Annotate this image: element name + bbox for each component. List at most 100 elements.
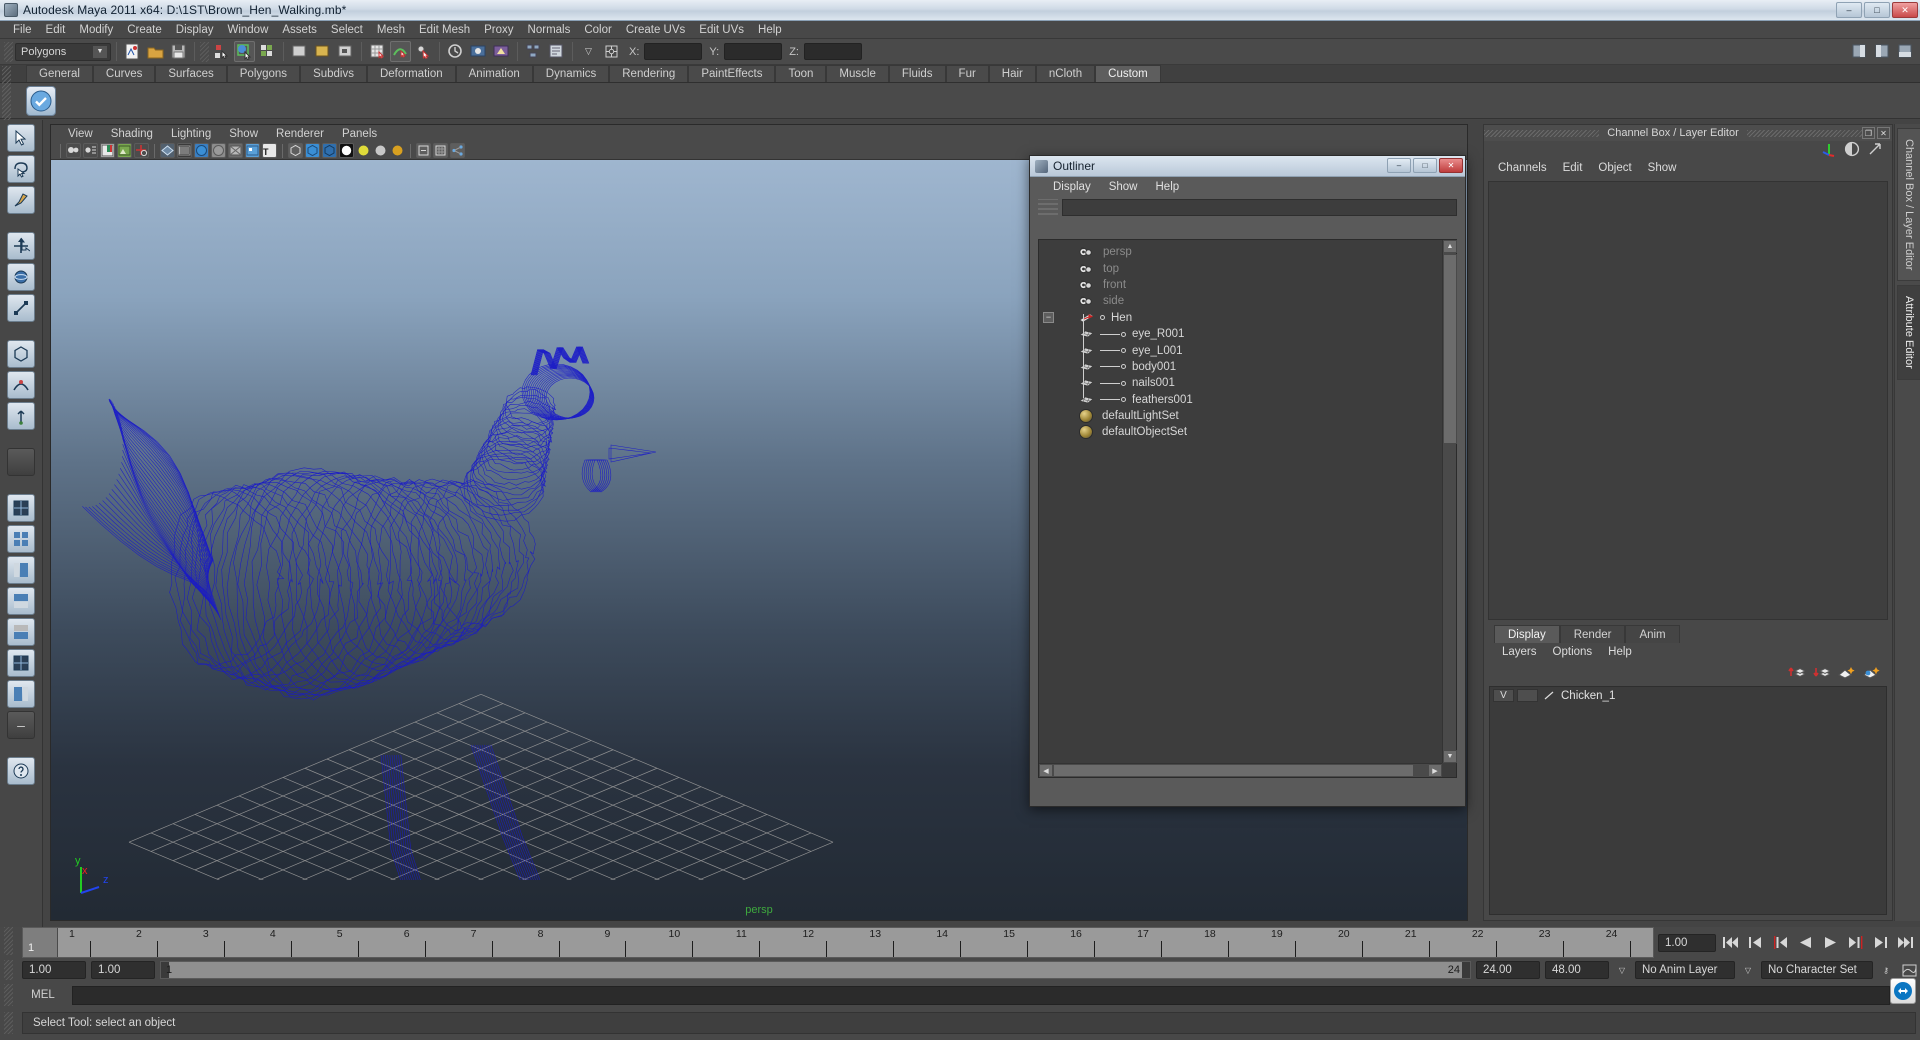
- shelf-tab-animation[interactable]: Animation: [455, 65, 533, 82]
- shelf-grip[interactable]: [2, 66, 11, 120]
- render-view-icon[interactable]: [468, 41, 489, 62]
- shelf-tab-rendering[interactable]: Rendering: [609, 65, 689, 82]
- layer-color-swatch[interactable]: [1541, 689, 1558, 702]
- channelbox-menu-channels[interactable]: Channels: [1490, 162, 1555, 174]
- maximize-button[interactable]: □: [1864, 2, 1890, 18]
- smooth-shade-textured-icon[interactable]: [194, 143, 209, 158]
- layer-menu-options[interactable]: Options: [1545, 646, 1601, 658]
- shelf-tab-deformation[interactable]: Deformation: [366, 65, 456, 82]
- text-display-icon[interactable]: T: [262, 143, 277, 158]
- move-layer-down-icon[interactable]: [1813, 665, 1832, 680]
- outliner-vertical-scrollbar[interactable]: ▲ ▼: [1442, 240, 1457, 763]
- range-start-field[interactable]: 1.00: [91, 961, 155, 979]
- channelbox-menu-edit[interactable]: Edit: [1555, 162, 1591, 174]
- snap-curve-icon[interactable]: [390, 41, 411, 62]
- camera-attributes-icon[interactable]: [83, 143, 98, 158]
- playback-start-field[interactable]: 1.00: [22, 961, 86, 979]
- step-back-frame-icon[interactable]: [1770, 933, 1791, 952]
- component-face-icon[interactable]: [335, 41, 356, 62]
- viewport-menu-shading[interactable]: Shading: [102, 128, 162, 140]
- axis-manipulator-icon[interactable]: [1821, 141, 1837, 160]
- outliner-item-side[interactable]: side: [1039, 293, 1442, 309]
- new-layer-from-selected-icon[interactable]: [1863, 665, 1880, 680]
- menu-item-select[interactable]: Select: [324, 23, 370, 37]
- select-by-component-type-icon[interactable]: [257, 41, 278, 62]
- paint-select-tool-icon[interactable]: [7, 186, 35, 214]
- attribute-editor-icon[interactable]: [546, 41, 567, 62]
- hypergraph-icon[interactable]: [523, 41, 544, 62]
- menu-item-proxy[interactable]: Proxy: [477, 23, 520, 37]
- x-ray-display-icon[interactable]: [228, 143, 243, 158]
- current-time-field[interactable]: 1.00: [1658, 933, 1716, 952]
- range-end-field[interactable]: 24.00: [1476, 961, 1540, 979]
- shelf-tab-painteffects[interactable]: PaintEffects: [688, 65, 776, 82]
- layer-tab-render[interactable]: Render: [1559, 625, 1626, 643]
- menu-item-edit-uvs[interactable]: Edit UVs: [692, 23, 751, 37]
- outliner-tree[interactable]: persp top front side − Hen eye_R001 eye_L001 bod…: [1039, 240, 1442, 763]
- channel-box-toggle-icon[interactable]: [1844, 141, 1860, 160]
- outliner-menu-display[interactable]: Display: [1044, 181, 1100, 193]
- animation-preferences-icon[interactable]: [1899, 961, 1920, 980]
- xray-joints-icon[interactable]: [305, 143, 320, 158]
- time-slider[interactable]: 1 1 2 3 4 5 6 7 8 9 10 11 12 13 14 15 16 17 18 19 20 21 22 23 2…: [22, 927, 1654, 958]
- playback-end-field[interactable]: 48.00: [1545, 961, 1609, 979]
- scroll-up-icon[interactable]: ▲: [1443, 240, 1457, 253]
- shelf-tab-general[interactable]: General: [26, 65, 93, 82]
- y-input[interactable]: [724, 43, 783, 60]
- go-to-start-icon[interactable]: [1720, 933, 1741, 952]
- time-slider-grip[interactable]: [4, 927, 13, 955]
- layout-four-view-icon[interactable]: [7, 649, 35, 677]
- viewport-menu-view[interactable]: View: [59, 128, 102, 140]
- expand-arrow-icon[interactable]: [1867, 141, 1883, 160]
- ipr-render-icon[interactable]: [491, 41, 512, 62]
- layer-tab-display[interactable]: Display: [1494, 625, 1560, 643]
- scale-tool-icon[interactable]: [7, 294, 35, 322]
- shelf-tab-ncloth[interactable]: nCloth: [1035, 65, 1096, 82]
- shelf-tab-muscle[interactable]: Muscle: [826, 65, 889, 82]
- teamviewer-icon[interactable]: [1890, 978, 1916, 1004]
- menu-item-normals[interactable]: Normals: [521, 23, 578, 37]
- panel-restore-button[interactable]: ❐: [1862, 127, 1875, 139]
- select-by-hierarchy-icon[interactable]: [211, 41, 232, 62]
- select-tool-icon[interactable]: [7, 124, 35, 152]
- menu-item-color[interactable]: Color: [577, 23, 618, 37]
- layout-hypershade-persp-icon[interactable]: [7, 618, 35, 646]
- scroll-thumb-h[interactable]: [1053, 764, 1414, 777]
- layer-shading-toggle[interactable]: [1517, 689, 1538, 702]
- show-tool-settings-icon[interactable]: [1895, 41, 1916, 62]
- menu-item-mesh[interactable]: Mesh: [370, 23, 412, 37]
- panel-close-button[interactable]: ✕: [1877, 127, 1890, 139]
- chevron-down-icon[interactable]: ▼: [92, 44, 108, 59]
- vertical-tab-channel-box-layer-editor[interactable]: Channel Box / Layer Editor: [1897, 128, 1920, 282]
- viewport-menu-renderer[interactable]: Renderer: [267, 128, 333, 140]
- shelf-tab-custom[interactable]: Custom: [1095, 65, 1161, 82]
- viewport-menu-show[interactable]: Show: [220, 128, 267, 140]
- show-attribute-editor-icon[interactable]: [1872, 41, 1893, 62]
- outliner-item-eye_L001[interactable]: eye_L001: [1039, 342, 1442, 358]
- outliner-menu-show[interactable]: Show: [1100, 181, 1147, 193]
- scroll-down-icon[interactable]: ▼: [1443, 750, 1457, 763]
- image-plane-icon[interactable]: [117, 143, 132, 158]
- help-line-grip[interactable]: [4, 1012, 13, 1034]
- menu-item-create-uvs[interactable]: Create UVs: [619, 23, 692, 37]
- isolate-select-icon[interactable]: [288, 143, 303, 158]
- menu-item-modify[interactable]: Modify: [72, 23, 120, 37]
- layer-tab-anim[interactable]: Anim: [1625, 625, 1680, 643]
- layout-two-pane-icon[interactable]: [7, 525, 35, 553]
- component-edge-icon[interactable]: [312, 41, 333, 62]
- layer-list[interactable]: V Chicken_1: [1489, 686, 1887, 915]
- character-set-selector[interactable]: No Character Set: [1761, 961, 1873, 979]
- help-tool-icon[interactable]: [7, 757, 35, 785]
- play-backwards-icon[interactable]: [1795, 933, 1816, 952]
- anim-layer-selector[interactable]: No Anim Layer: [1635, 961, 1735, 979]
- shelf-tab-dynamics[interactable]: Dynamics: [532, 65, 610, 82]
- go-to-end-icon[interactable]: [1895, 933, 1916, 952]
- light-grey-icon[interactable]: [373, 143, 388, 158]
- outliner-menu-help[interactable]: Help: [1147, 181, 1189, 193]
- viewport-menu-panels[interactable]: Panels: [333, 128, 386, 140]
- shelf-tab-fluids[interactable]: Fluids: [888, 65, 946, 82]
- outliner-item-eye_R001[interactable]: eye_R001: [1039, 326, 1442, 342]
- close-button[interactable]: ✕: [1892, 2, 1918, 18]
- step-back-key-icon[interactable]: [1745, 933, 1766, 952]
- outliner-item-Hen[interactable]: − Hen: [1039, 310, 1442, 326]
